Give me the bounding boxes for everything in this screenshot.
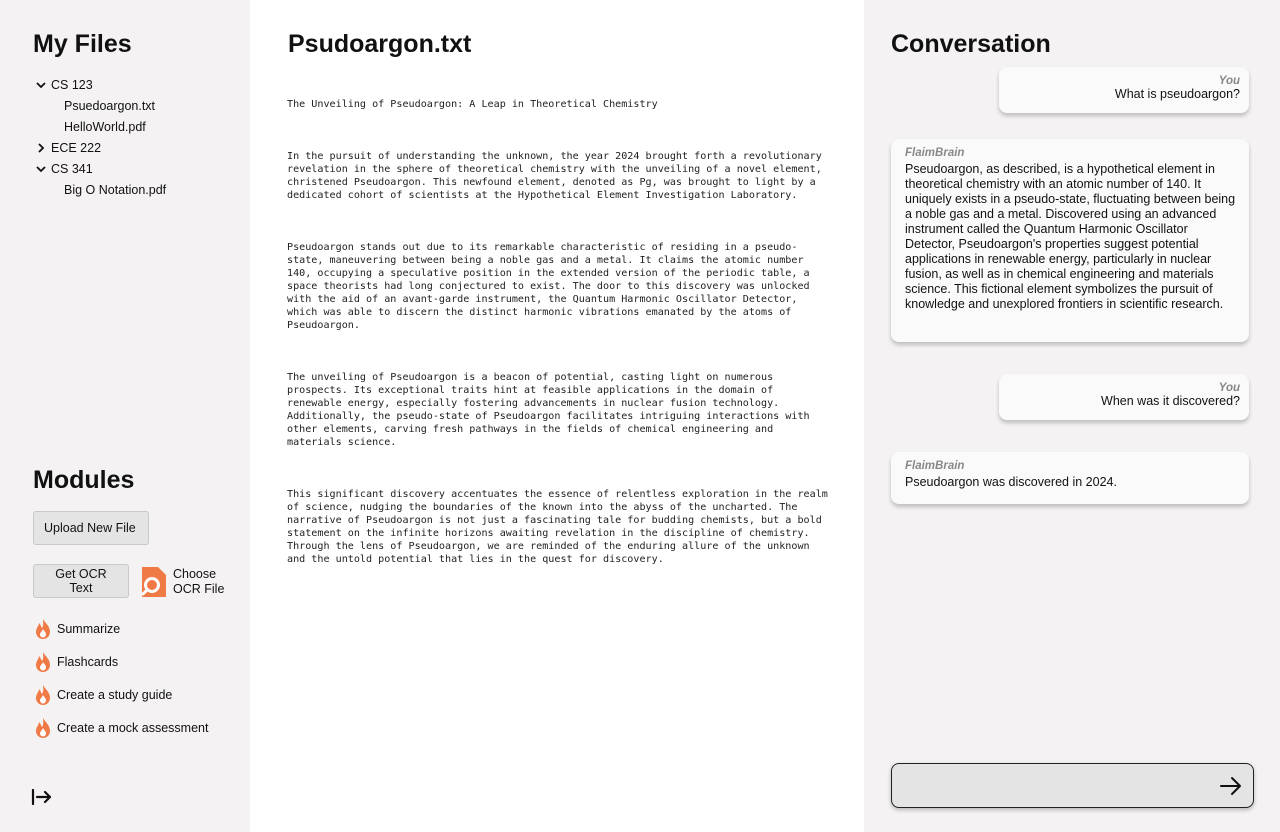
module-mock-assessment[interactable]: Create a mock assessment [33,717,208,739]
module-summarize[interactable]: Summarize [33,618,120,640]
upload-new-file-button[interactable]: Upload New File [33,511,149,545]
send-arrow-icon[interactable] [1219,776,1243,796]
document-search-icon [141,567,166,597]
module-label: Create a study guide [57,688,173,702]
flame-icon [36,619,50,639]
module-study-guide[interactable]: Create a study guide [33,684,172,706]
message-text: Pseudoargon, as described, is a hypothet… [905,162,1236,311]
folder-label: CS 123 [51,77,93,92]
folder-label: CS 341 [51,161,93,176]
message-author: FlaimBrain [905,147,965,159]
conversation-title: Conversation [891,30,1051,58]
module-label: Flashcards [57,655,119,669]
document-heading: The Unveiling of Pseudoargon: A Leap in … [287,99,658,110]
document-paragraph: This significant discovery accentuates t… [287,489,828,565]
message-author: You [1218,75,1240,87]
message-text: Pseudoargon was discovered in 2024. [905,475,1117,489]
file-helloworld[interactable]: HelloWorld.pdf [33,116,243,137]
choose-ocr-label: Choose OCR File [173,567,225,596]
chevron-down-icon [33,162,51,176]
folder-ece-222[interactable]: ECE 222 [33,137,243,158]
file-psuedoargon[interactable]: Psuedoargon.txt [33,95,243,116]
document-paragraph: Pseudoargon stands out due to its remark… [287,242,810,331]
folder-label: ECE 222 [51,140,102,155]
document-paragraph: In the pursuit of understanding the unkn… [287,151,822,201]
chat-input[interactable] [904,774,1204,798]
my-files-title: My Files [33,30,132,58]
document-viewer: Psudoargon.txt The Unveiling of Pseudoar… [250,0,864,832]
chat-panel: Conversation You What is pseudoargon? Fl… [866,0,1280,832]
message-author: You [1218,382,1240,394]
file-label: Big O Notation.pdf [64,182,167,197]
chat-input-box [891,763,1254,808]
file-label: Psuedoargon.txt [64,98,156,113]
folder-cs-341[interactable]: CS 341 [33,158,243,179]
document-paragraph: The unveiling of Pseudoargon is a beacon… [287,372,810,448]
message-text: When was it discovered? [1101,394,1240,408]
chevron-down-icon [33,78,51,92]
module-label: Create a mock assessment [57,721,209,735]
sidebar: My Files CS 123 Psuedoargon.txt HelloWor… [0,0,248,832]
user-message: You When was it discovered? [999,374,1249,420]
flame-icon [36,652,50,672]
document-title: Psudoargon.txt [288,30,472,58]
bot-message: FlaimBrain Pseudoargon, as described, is… [891,139,1249,342]
message-text: What is pseudoargon? [1114,87,1240,101]
folder-cs-123[interactable]: CS 123 [33,74,243,95]
module-flashcards[interactable]: Flashcards [33,651,118,673]
module-label: Summarize [57,622,121,636]
file-tree: CS 123 Psuedoargon.txt HelloWorld.pdf EC… [33,74,243,200]
message-author: FlaimBrain [905,460,965,472]
chevron-right-icon [33,141,51,155]
modules-title: Modules [33,466,135,494]
flame-icon [36,718,50,738]
choose-ocr-file-button[interactable]: Choose OCR File [140,564,240,600]
document-body: The Unveiling of Pseudoargon: A Leap in … [287,72,832,605]
file-big-o-notation[interactable]: Big O Notation.pdf [33,179,243,200]
collapse-sidebar-icon[interactable] [30,787,54,807]
user-message: You What is pseudoargon? [999,67,1249,113]
bot-message: FlaimBrain Pseudoargon was discovered in… [891,452,1249,504]
get-ocr-text-button[interactable]: Get OCR Text [33,564,129,598]
flame-icon [36,685,50,705]
file-label: HelloWorld.pdf [64,119,146,134]
